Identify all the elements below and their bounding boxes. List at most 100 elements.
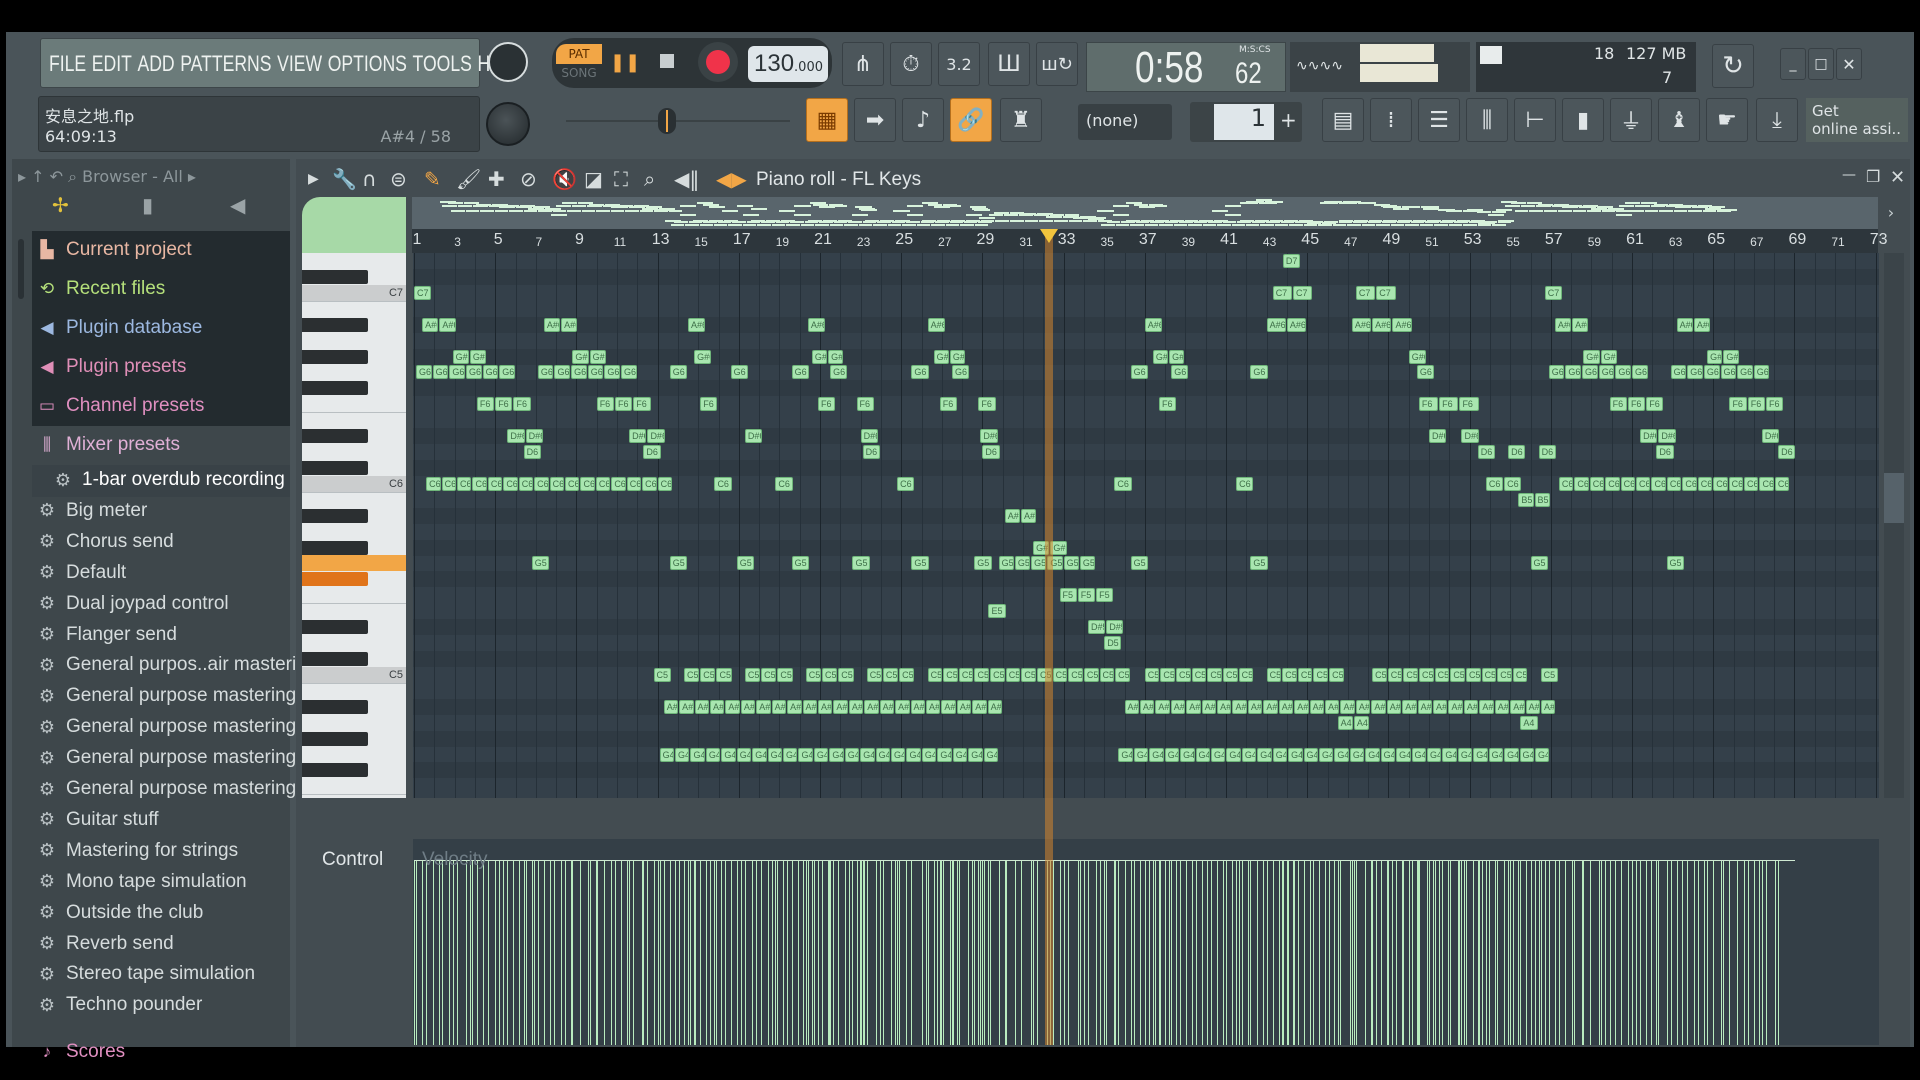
browser-preset-item[interactable]: ⚙ Chorus send xyxy=(36,531,174,553)
black-key[interactable] xyxy=(302,540,368,555)
velocity-stem[interactable] xyxy=(700,859,702,1045)
note[interactable]: F6 xyxy=(1729,397,1747,412)
note[interactable]: G6 xyxy=(1632,365,1648,380)
velocity-stem[interactable] xyxy=(1005,859,1007,1045)
velocity-stem[interactable] xyxy=(844,859,846,1045)
velocity-stem[interactable] xyxy=(1429,859,1430,1045)
note[interactable]: C7 xyxy=(1355,285,1376,300)
velocity-stem[interactable] xyxy=(937,859,939,1045)
velocity-stem[interactable] xyxy=(1765,859,1767,1045)
note[interactable]: C6 xyxy=(657,476,673,491)
note[interactable]: D6 xyxy=(1656,445,1674,460)
note[interactable]: G4 xyxy=(1241,747,1257,762)
browser-preset-item[interactable]: ⚙ General purpose mastering xyxy=(36,778,296,800)
download-icon[interactable]: ⤓ xyxy=(1756,98,1798,142)
note[interactable]: F5 xyxy=(1059,588,1077,603)
note[interactable]: G6 xyxy=(951,365,970,380)
velocity-stem[interactable] xyxy=(1442,859,1444,1045)
velocity-stem[interactable] xyxy=(534,859,536,1045)
note[interactable]: G#6 xyxy=(828,349,844,364)
note[interactable]: G5 xyxy=(1014,556,1031,571)
performance-button[interactable]: ♝ xyxy=(1658,98,1700,142)
velocity-stem[interactable] xyxy=(1186,859,1188,1045)
velocity-stem[interactable] xyxy=(1419,859,1421,1045)
note[interactable]: G4 xyxy=(659,747,675,762)
browser-item-plugin-database[interactable]: ◀ Plugin database xyxy=(36,317,290,339)
velocity-stem[interactable] xyxy=(683,859,685,1045)
control-target[interactable]: Velocity xyxy=(422,849,487,871)
menu-patterns[interactable]: PATTERNS xyxy=(180,51,271,76)
metronome-button[interactable]: ⋔ xyxy=(842,42,884,86)
velocity-stem[interactable] xyxy=(829,859,831,1045)
note[interactable]: A#4 xyxy=(709,699,725,714)
pressed-key[interactable] xyxy=(302,555,406,572)
velocity-stem[interactable] xyxy=(787,859,789,1045)
velocity-stem[interactable] xyxy=(531,859,533,1045)
note[interactable]: A#4 xyxy=(1541,699,1556,714)
note[interactable]: G6 xyxy=(621,365,637,380)
note[interactable]: A#5 xyxy=(1004,508,1020,523)
note[interactable]: G4 xyxy=(1504,747,1519,762)
velocity-stem[interactable] xyxy=(1609,859,1611,1045)
wrench-icon[interactable]: 🔧 xyxy=(332,167,357,191)
velocity-stem[interactable] xyxy=(1099,859,1101,1045)
note[interactable]: F6 xyxy=(1609,397,1627,412)
note[interactable]: G4 xyxy=(1318,747,1334,762)
velocity-stem[interactable] xyxy=(621,859,623,1045)
note[interactable]: F6 xyxy=(1439,397,1459,412)
note[interactable]: A#4 xyxy=(895,699,910,714)
playhead[interactable] xyxy=(1045,229,1054,1045)
velocity-stem[interactable] xyxy=(1538,859,1540,1045)
velocity-stem[interactable] xyxy=(611,859,613,1045)
note[interactable]: G4 xyxy=(1133,747,1149,762)
note[interactable]: F6 xyxy=(495,397,513,412)
note[interactable]: G5 xyxy=(1063,556,1079,571)
velocity-stem[interactable] xyxy=(1417,859,1419,1045)
browser-preset-item[interactable]: ⚙ General purpos..air mastering xyxy=(36,654,317,676)
velocity-stem[interactable] xyxy=(802,859,804,1045)
maximize-icon[interactable]: □ xyxy=(1808,48,1834,80)
note[interactable]: G4 xyxy=(1210,747,1226,762)
playlist-arrow-button[interactable]: ➡ xyxy=(854,98,896,142)
note[interactable]: A#4 xyxy=(1170,699,1186,714)
magnet-icon[interactable]: ∩ xyxy=(362,167,377,191)
velocity-stem[interactable] xyxy=(721,859,723,1045)
velocity-stem[interactable] xyxy=(513,859,515,1045)
note[interactable]: C6 xyxy=(642,476,657,491)
velocity-stem[interactable] xyxy=(798,859,800,1045)
paint-brush-icon[interactable]: 🖌 xyxy=(456,167,481,191)
note[interactable]: C7 xyxy=(1376,285,1396,300)
note[interactable]: G#6 xyxy=(1408,349,1426,364)
note[interactable]: C6 xyxy=(1636,476,1651,491)
velocity-stem[interactable] xyxy=(1703,859,1705,1045)
note[interactable]: A#4 xyxy=(1371,699,1386,714)
note[interactable]: G6 xyxy=(1737,365,1753,380)
velocity-stem[interactable] xyxy=(1133,859,1135,1045)
note[interactable]: C5 xyxy=(1313,667,1329,682)
velocity-stem[interactable] xyxy=(495,859,497,1045)
note[interactable]: G4 xyxy=(1349,747,1365,762)
note[interactable]: G4 xyxy=(1519,747,1534,762)
timeline-ruler[interactable]: 1 3 5 7 9 11 13 15 17 19 21 23 25 27 29 31 33 35 37 39 41 43 4… xyxy=(412,229,1887,253)
note[interactable]: A#4 xyxy=(1479,699,1494,714)
note[interactable]: A#4 xyxy=(1186,699,1201,714)
note[interactable]: D6 xyxy=(523,445,541,460)
note[interactable]: A4 xyxy=(1337,715,1353,730)
velocity-stem[interactable] xyxy=(1687,859,1689,1045)
all-files-icon[interactable]: ✢ xyxy=(52,193,69,217)
velocity-stem[interactable] xyxy=(1497,859,1499,1045)
master-volume-knob[interactable] xyxy=(488,42,528,82)
note[interactable]: G5 xyxy=(852,556,870,571)
velocity-stem[interactable] xyxy=(1402,859,1404,1045)
note[interactable]: G6 xyxy=(571,365,587,380)
note[interactable]: C6 xyxy=(1697,476,1713,491)
note[interactable]: C6 xyxy=(714,476,732,491)
browser-preset-item[interactable]: ⚙ 1-bar overdub recording xyxy=(52,469,285,491)
note[interactable]: G5 xyxy=(1666,556,1684,571)
note[interactable]: G6 xyxy=(1416,365,1435,380)
note[interactable]: D#6 xyxy=(1640,429,1658,444)
note[interactable]: C5 xyxy=(1403,667,1419,682)
note[interactable]: C6 xyxy=(580,476,595,491)
step-edit-button[interactable]: Ш xyxy=(988,42,1030,86)
browser-nav-icons[interactable]: ▸ ↑ ↶ ⌕ xyxy=(18,167,82,186)
